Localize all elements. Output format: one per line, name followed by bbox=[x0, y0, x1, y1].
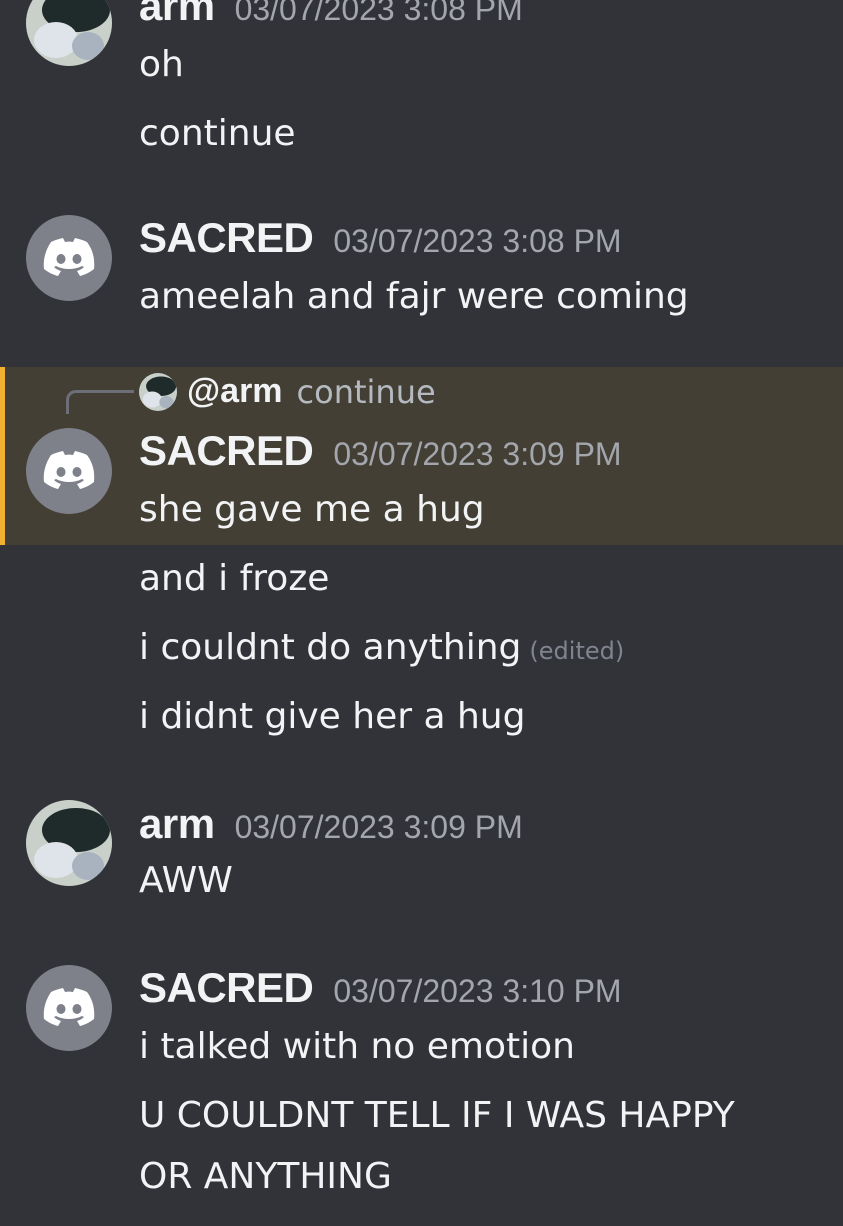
discord-logo-icon bbox=[43, 988, 95, 1026]
username[interactable]: SACRED bbox=[139, 964, 314, 1012]
timestamp: 03/07/2023 3:09 PM bbox=[234, 809, 523, 845]
reply-mention[interactable]: @arm bbox=[187, 372, 283, 411]
message-text: i didnt give her a hug bbox=[139, 696, 526, 737]
avatar-sacred[interactable] bbox=[26, 428, 112, 514]
message-header: SACRED 03/07/2023 3:09 PM bbox=[139, 427, 622, 475]
message-text: OR ANYTHING bbox=[139, 1156, 392, 1197]
username[interactable]: SACRED bbox=[139, 214, 314, 262]
avatar-arm[interactable] bbox=[26, 0, 112, 66]
message-header: arm 03/07/2023 3:09 PM bbox=[139, 800, 523, 848]
avatar-sacred[interactable] bbox=[26, 215, 112, 301]
message-text: ameelah and fajr were coming bbox=[139, 276, 689, 317]
timestamp: 03/07/2023 3:08 PM bbox=[234, 0, 523, 27]
discord-logo-icon bbox=[43, 451, 95, 489]
message-text: i couldnt do anything (edited) bbox=[139, 627, 624, 668]
message-header: arm 03/07/2023 3:08 PM bbox=[139, 0, 523, 30]
user-photo-icon bbox=[26, 0, 112, 66]
reply-connector bbox=[66, 390, 134, 414]
message-text: continue bbox=[139, 113, 296, 154]
chat-message-list: arm 03/07/2023 3:08 PM oh continue SACRE… bbox=[0, 0, 843, 1226]
timestamp: 03/07/2023 3:09 PM bbox=[333, 436, 622, 472]
message-text: AWW bbox=[139, 860, 233, 901]
reply-preview[interactable]: @arm continue bbox=[139, 372, 436, 411]
edited-label: (edited) bbox=[529, 637, 625, 665]
message-text: i talked with no emotion bbox=[139, 1026, 575, 1067]
reply-text: continue bbox=[296, 372, 436, 411]
user-photo-icon bbox=[139, 372, 177, 411]
timestamp: 03/07/2023 3:10 PM bbox=[333, 973, 622, 1009]
username[interactable]: arm bbox=[139, 0, 215, 30]
timestamp: 03/07/2023 3:08 PM bbox=[333, 223, 622, 259]
message-text: U COULDNT TELL IF I WAS HAPPY bbox=[139, 1095, 735, 1136]
message-header: SACRED 03/07/2023 3:10 PM bbox=[139, 964, 622, 1012]
message-text: she gave me a hug bbox=[139, 489, 485, 530]
avatar-sacred[interactable] bbox=[26, 965, 112, 1051]
message-text: oh bbox=[139, 44, 184, 85]
avatar-arm[interactable] bbox=[26, 800, 112, 886]
user-photo-icon bbox=[26, 800, 112, 886]
username[interactable]: SACRED bbox=[139, 427, 314, 475]
username[interactable]: arm bbox=[139, 800, 215, 848]
discord-logo-icon bbox=[43, 238, 95, 276]
message-text: and i froze bbox=[139, 558, 330, 599]
message-text-content: i couldnt do anything bbox=[139, 627, 522, 668]
reply-avatar bbox=[139, 372, 177, 411]
message-header: SACRED 03/07/2023 3:08 PM bbox=[139, 214, 622, 262]
